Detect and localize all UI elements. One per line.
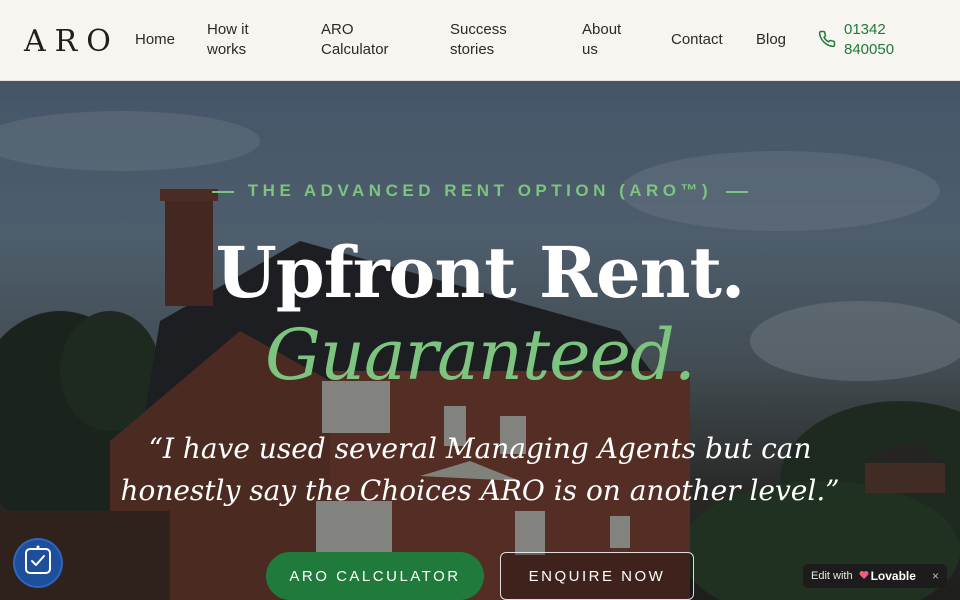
hero-title: Upfront Rent. bbox=[215, 231, 746, 314]
nav-item-how-it-works[interactable]: How it works bbox=[207, 20, 277, 60]
eyebrow-rule-left bbox=[211, 190, 234, 193]
accessibility-widget-button[interactable] bbox=[15, 540, 61, 586]
enquire-now-button[interactable]: ENQUIRE NOW bbox=[500, 552, 694, 600]
hero-section: THE ADVANCED RENT OPTION (ARO™) Upfront … bbox=[0, 81, 960, 600]
lovable-heart-icon bbox=[859, 569, 869, 583]
hero-testimonial-quote: “I have used several Managing Agents but… bbox=[120, 432, 840, 507]
nav-item-contact[interactable]: Contact bbox=[671, 30, 723, 50]
nav-item-aro-calculator[interactable]: ARO Calculator bbox=[321, 20, 401, 60]
lovable-badge[interactable]: Edit with Lovable × bbox=[803, 564, 947, 588]
phone-icon bbox=[818, 20, 836, 53]
phone-number: 01342 840050 bbox=[844, 21, 895, 58]
phone-link[interactable]: 01342 840050 bbox=[818, 20, 928, 60]
site-header: ARO Home How it works ARO Calculator Suc… bbox=[0, 0, 960, 81]
lovable-brand: Lovable bbox=[859, 569, 916, 583]
accessibility-icon bbox=[21, 544, 55, 583]
eyebrow-rule-right bbox=[726, 190, 749, 193]
badge-close-icon[interactable]: × bbox=[932, 569, 939, 583]
lovable-brand-text: Lovable bbox=[870, 569, 916, 583]
nav-item-home[interactable]: Home bbox=[135, 30, 175, 50]
site-logo[interactable]: ARO bbox=[24, 24, 120, 60]
hero-title-accent: Guaranteed. bbox=[264, 314, 696, 396]
hero-eyebrow-text: THE ADVANCED RENT OPTION (ARO™) bbox=[247, 181, 713, 200]
nav-item-about-us[interactable]: About us bbox=[582, 20, 632, 60]
badge-prefix: Edit with bbox=[811, 570, 853, 582]
aro-calculator-button[interactable]: ARO CALCULATOR bbox=[266, 552, 484, 600]
nav-item-blog[interactable]: Blog bbox=[756, 30, 786, 50]
hero-eyebrow: THE ADVANCED RENT OPTION (ARO™) bbox=[0, 181, 960, 201]
nav-item-success-stories[interactable]: Success stories bbox=[450, 20, 520, 60]
